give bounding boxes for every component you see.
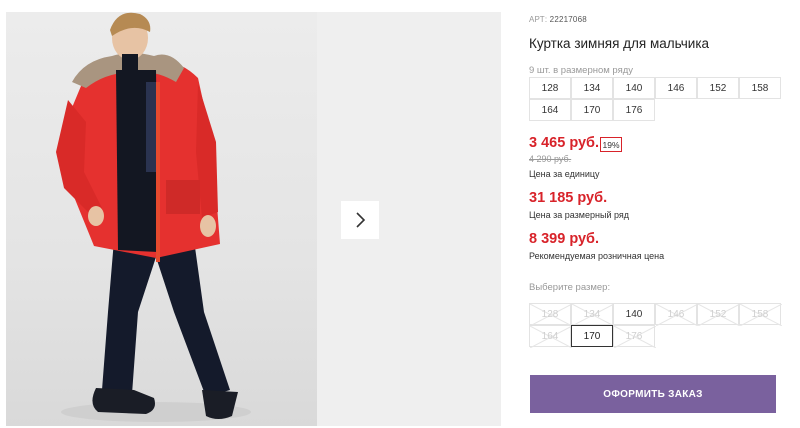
size-row-cell: 170 <box>571 99 613 121</box>
retail-price-caption: Рекомендуемая розничная цена <box>529 251 665 261</box>
size-row-cell: 158 <box>739 77 781 99</box>
unit-price: 3 465 руб. <box>529 135 600 151</box>
size-option-140[interactable]: 140 <box>613 303 655 325</box>
chevron-right-icon <box>356 212 366 228</box>
size-option-128: 128 <box>529 303 572 326</box>
size-option-label: 170 <box>583 330 601 342</box>
size-option-label: 140 <box>625 308 643 320</box>
size-option-152: 152 <box>697 303 740 326</box>
size-option-label: 158 <box>751 308 769 320</box>
size-option-164: 164 <box>529 325 572 348</box>
product-title: Куртка зимняя для мальчика <box>529 36 710 51</box>
size-option-label: 128 <box>541 308 559 320</box>
size-option-label: 146 <box>667 308 685 320</box>
size-option-label: 164 <box>541 330 559 342</box>
product-photo[interactable] <box>6 12 317 426</box>
place-order-button[interactable]: ОФОРМИТЬ ЗАКАЗ <box>530 375 776 413</box>
choose-size-label: Выберите размер: <box>529 282 611 293</box>
size-option-134: 134 <box>571 303 614 326</box>
size-row-cell: 152 <box>697 77 739 99</box>
size-option-146: 146 <box>655 303 698 326</box>
size-option-label: 152 <box>709 308 727 320</box>
size-row-cell: 140 <box>613 77 655 99</box>
old-price: 4 290 руб. <box>529 154 572 164</box>
size-option-170[interactable]: 170 <box>571 325 613 347</box>
size-row-cell: 146 <box>655 77 697 99</box>
size-row-cell: 134 <box>571 77 613 99</box>
sizes-in-row-note: 9 шт. в размерном ряду <box>529 65 634 76</box>
article-number: АРТ: 22217068 <box>529 15 587 24</box>
unit-price-caption: Цена за единицу <box>529 169 600 179</box>
size-option-label: 134 <box>583 308 601 320</box>
gallery-next-button[interactable] <box>341 201 379 239</box>
size-row-cell: 128 <box>529 77 571 99</box>
row-price-caption: Цена за размерный ряд <box>529 210 630 220</box>
boy-in-red-jacket-image <box>56 12 251 422</box>
size-option-label: 176 <box>625 330 643 342</box>
retail-price: 8 399 руб. <box>529 231 600 247</box>
size-option-158: 158 <box>739 303 782 326</box>
size-row-cell: 164 <box>529 99 571 121</box>
size-option-176: 176 <box>613 325 656 348</box>
row-price: 31 185 руб. <box>529 190 608 206</box>
discount-badge: 19% <box>600 137 622 152</box>
size-row-cell: 176 <box>613 99 655 121</box>
